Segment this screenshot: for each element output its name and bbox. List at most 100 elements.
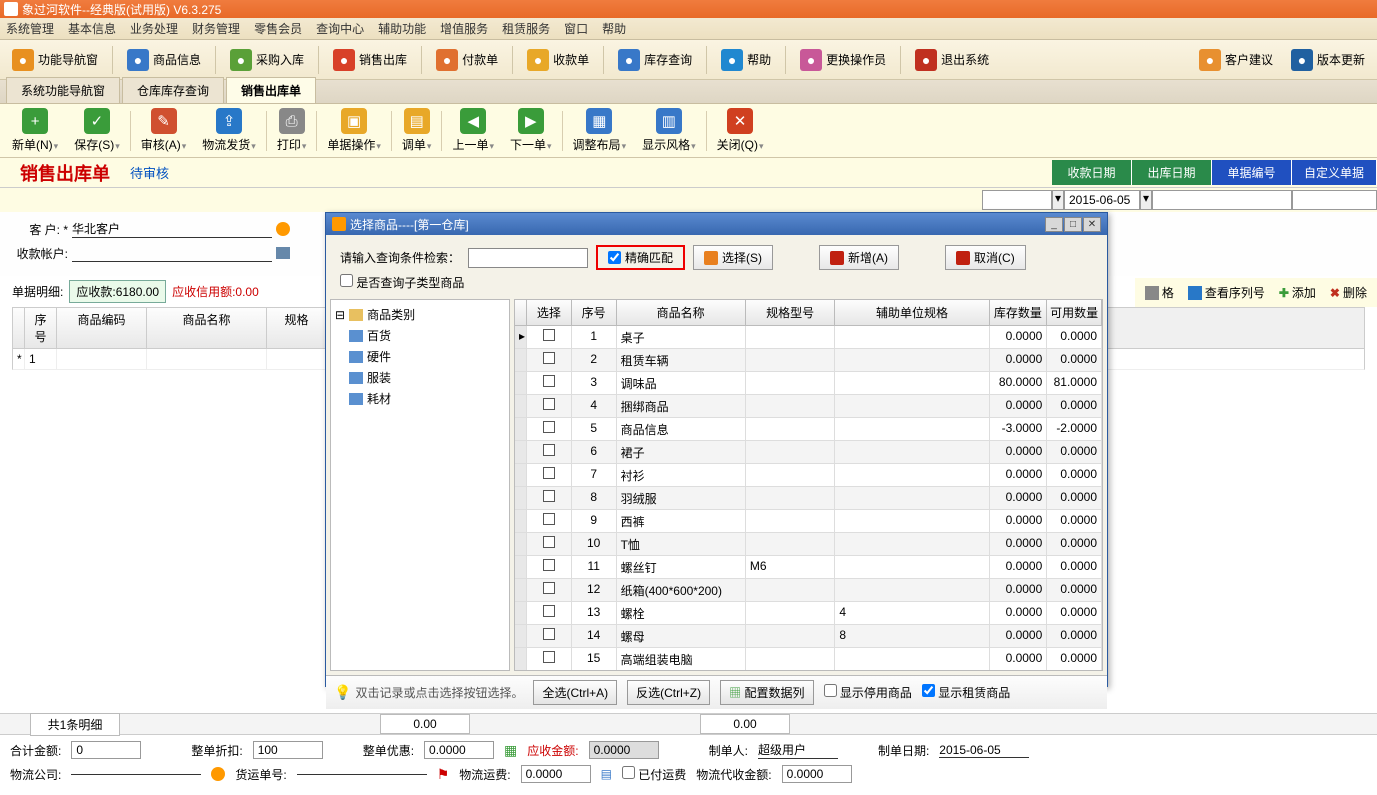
tree-root[interactable]: ⊟ 商品类别	[335, 304, 505, 325]
right-tool-button[interactable]: ✖删除	[1324, 282, 1373, 303]
doc-toolbar-button[interactable]: ▥显示风格▾	[634, 106, 704, 155]
row-checkbox[interactable]	[543, 444, 555, 456]
product-row[interactable]: 12纸箱(400*600*200)0.00000.0000	[515, 579, 1102, 602]
product-row[interactable]: 11螺丝钉M60.00000.0000	[515, 556, 1102, 579]
product-row[interactable]: 4捆绑商品0.00000.0000	[515, 395, 1102, 418]
menu-item[interactable]: 财务管理	[192, 20, 240, 37]
toolbar-button[interactable]: ●商品信息	[121, 46, 207, 74]
toolbar-button[interactable]: ●功能导航窗	[6, 46, 104, 74]
product-row[interactable]: 3调味品80.000081.0000	[515, 372, 1102, 395]
doc-toolbar-button[interactable]: ▶下一单▾	[502, 106, 560, 155]
header-column-button[interactable]: 自定义单据	[1292, 160, 1377, 185]
select-button[interactable]: 选择(S)	[693, 245, 773, 270]
menu-item[interactable]: 窗口	[564, 20, 588, 37]
row-checkbox[interactable]	[543, 421, 555, 433]
toolbar-button[interactable]: ●销售出库	[327, 46, 413, 74]
product-row[interactable]: 7衬衫0.00000.0000	[515, 464, 1102, 487]
menu-item[interactable]: 零售会员	[254, 20, 302, 37]
toolbar-button[interactable]: ●收款单	[521, 46, 595, 74]
category-tree[interactable]: ⊟ 商品类别 百货硬件服装耗材	[330, 299, 510, 671]
bill-no-input[interactable]	[1152, 190, 1292, 210]
pref-input[interactable]: 0.0000	[424, 741, 494, 759]
row-checkbox[interactable]	[543, 582, 555, 594]
product-row[interactable]: 5商品信息-3.0000-2.0000	[515, 418, 1102, 441]
grid-column-header[interactable]: 序号	[25, 308, 57, 348]
doc-toolbar-button[interactable]: ▣单据操作▾	[319, 106, 389, 155]
product-row[interactable]: 6裙子0.00000.0000	[515, 441, 1102, 464]
row-checkbox[interactable]	[543, 559, 555, 571]
row-checkbox[interactable]	[543, 398, 555, 410]
doc-toolbar-button[interactable]: +新单(N)▾	[4, 106, 66, 155]
subtype-checkbox[interactable]	[340, 274, 353, 287]
product-row[interactable]: 10T恤0.00000.0000	[515, 533, 1102, 556]
cod-input[interactable]: 0.0000	[782, 765, 852, 783]
freight-input[interactable]: 0.0000	[521, 765, 591, 783]
customer-input[interactable]	[72, 220, 272, 238]
tree-item[interactable]: 硬件	[335, 346, 505, 367]
doc-toolbar-button[interactable]: ⎙打印▾	[269, 106, 315, 155]
tree-item[interactable]: 耗材	[335, 388, 505, 409]
invert-select-button[interactable]: 反选(Ctrl+Z)	[627, 680, 710, 705]
doc-toolbar-button[interactable]: ◀上一单▾	[444, 106, 502, 155]
doc-toolbar-button[interactable]: ⇪物流发货▾	[194, 106, 264, 155]
shipno-input[interactable]	[297, 774, 427, 775]
row-checkbox[interactable]	[543, 329, 555, 341]
minus-icon[interactable]: ⊟	[335, 308, 345, 322]
product-row[interactable]: 8羽绒服0.00000.0000	[515, 487, 1102, 510]
doc-toolbar-button[interactable]: ▤调单▾	[394, 106, 440, 155]
grid-column-header[interactable]: 商品名称	[147, 308, 267, 348]
toolbar-button[interactable]: ●退出系统	[909, 46, 995, 74]
doc-toolbar-button[interactable]: ✕关闭(Q)▾	[709, 106, 772, 155]
row-checkbox[interactable]	[543, 651, 555, 663]
cancel-button[interactable]: 取消(C)	[945, 245, 1026, 270]
search-input[interactable]	[468, 248, 588, 268]
tree-item[interactable]: 服装	[335, 367, 505, 388]
grid-column-header[interactable]: 规格	[267, 308, 327, 348]
menu-item[interactable]: 增值服务	[440, 20, 488, 37]
product-row[interactable]: 15高端组装电脑0.00000.0000	[515, 648, 1102, 670]
dropdown-icon[interactable]: ▾	[1052, 190, 1064, 210]
custom-bill-input[interactable]	[1292, 190, 1377, 210]
toolbar-button[interactable]: ●库存查询	[612, 46, 698, 74]
right-tool-button[interactable]: ✚添加	[1273, 282, 1322, 303]
account-lookup-icon[interactable]	[276, 247, 290, 259]
product-row[interactable]: 13螺栓40.00000.0000	[515, 602, 1102, 625]
dropdown-icon[interactable]: ▾	[1140, 190, 1152, 210]
row-checkbox[interactable]	[543, 536, 555, 548]
header-column-button[interactable]: 收款日期	[1052, 160, 1132, 185]
subtype-checkbox-row[interactable]: 是否查询子类型商品	[340, 276, 464, 290]
close-button[interactable]: ✕	[1083, 217, 1101, 232]
right-tool-button[interactable]: 查看序列号	[1182, 282, 1271, 303]
menu-item[interactable]: 租赁服务	[502, 20, 550, 37]
toolbar-button[interactable]: ●采购入库	[224, 46, 310, 74]
show-disabled-toggle[interactable]: 显示停用商品	[824, 684, 912, 701]
header-column-button[interactable]: 单据编号	[1212, 160, 1292, 185]
row-checkbox[interactable]	[543, 605, 555, 617]
minimize-button[interactable]: _	[1045, 217, 1063, 232]
select-all-button[interactable]: 全选(Ctrl+A)	[533, 680, 617, 705]
doc-toolbar-button[interactable]: ✎审核(A)▾	[133, 106, 195, 155]
product-row[interactable]: 9西裤0.00000.0000	[515, 510, 1102, 533]
config-columns-button[interactable]: ▦ 配置数据列	[720, 680, 813, 705]
menu-item[interactable]: 系统管理	[6, 20, 54, 37]
row-checkbox[interactable]	[543, 375, 555, 387]
paid-freight-toggle[interactable]: 已付运费	[622, 766, 686, 783]
menu-item[interactable]: 基本信息	[68, 20, 116, 37]
doc-toolbar-button[interactable]: ▦调整布局▾	[565, 106, 635, 155]
person-icon[interactable]	[276, 222, 290, 236]
toolbar-button[interactable]: ●版本更新	[1285, 46, 1371, 74]
tab[interactable]: 仓库库存查询	[122, 77, 224, 103]
toolbar-button[interactable]: ●更换操作员	[794, 46, 892, 74]
exact-match-checkbox[interactable]	[608, 251, 621, 264]
flag-icon[interactable]: ⚑	[437, 766, 450, 783]
calc-icon[interactable]: ▦	[504, 742, 517, 759]
doc-toolbar-button[interactable]: ✓保存(S)▾	[66, 106, 128, 155]
right-tool-button[interactable]: 格	[1139, 282, 1180, 303]
show-rental-toggle[interactable]: 显示租赁商品	[922, 684, 1010, 701]
row-checkbox[interactable]	[543, 513, 555, 525]
out-date-input[interactable]	[1064, 190, 1140, 210]
product-row[interactable]: 2租赁车辆0.00000.0000	[515, 349, 1102, 372]
product-row[interactable]: 14螺母80.00000.0000	[515, 625, 1102, 648]
menu-item[interactable]: 帮助	[602, 20, 626, 37]
dialog-titlebar[interactable]: 选择商品----[第一仓库] _ □ ✕	[326, 213, 1107, 235]
